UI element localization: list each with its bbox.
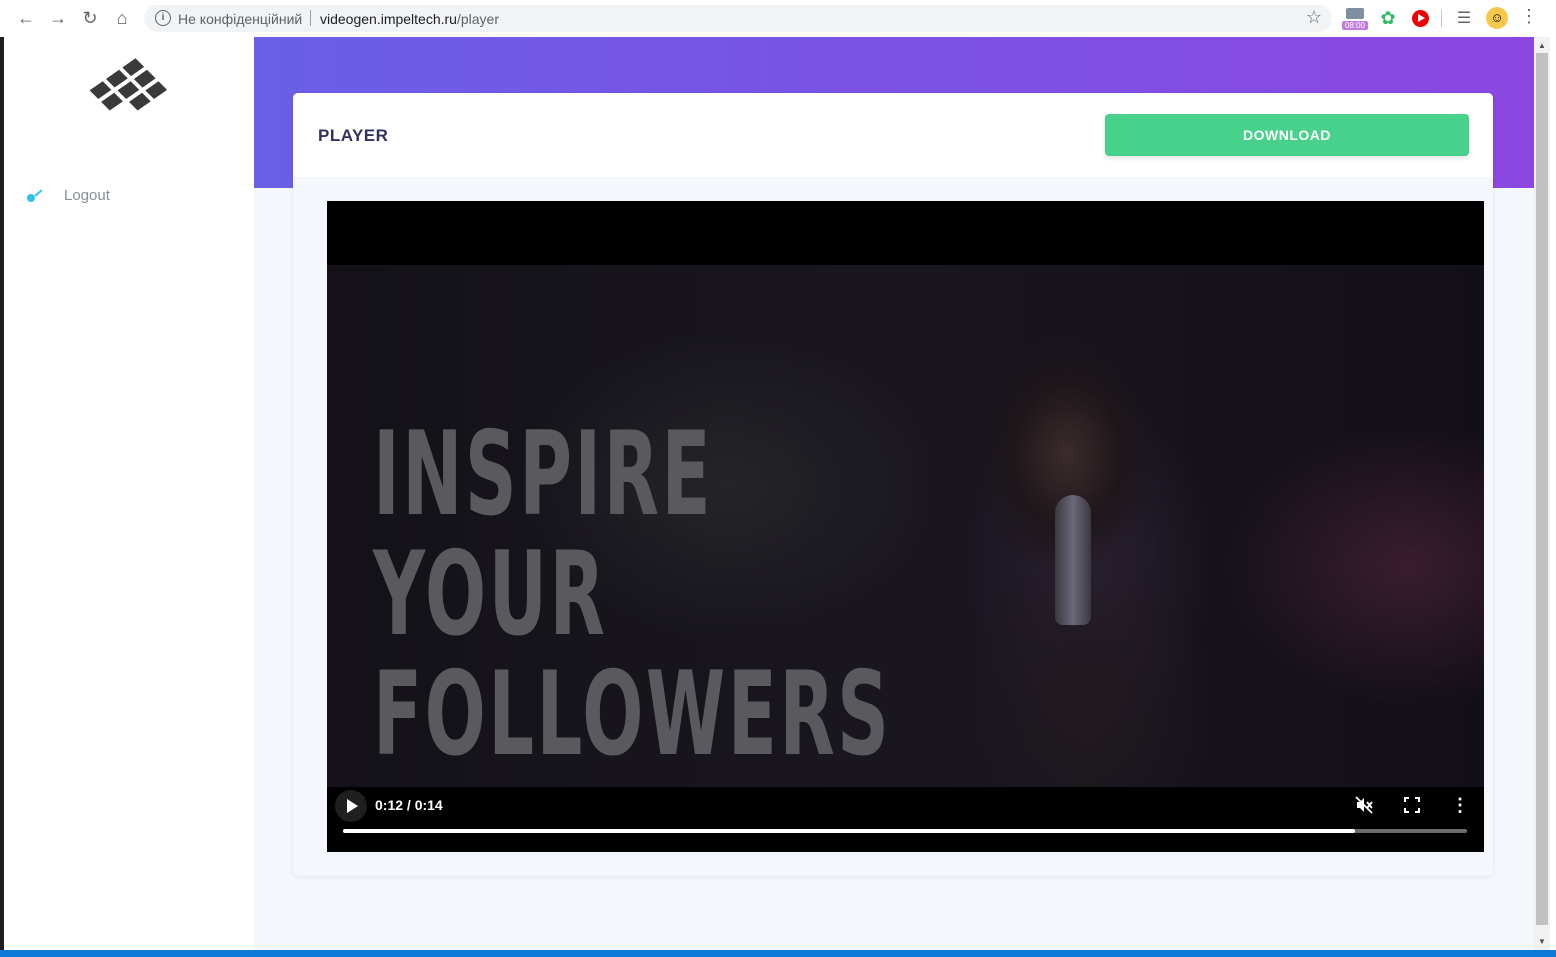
back-icon[interactable]: ←	[15, 7, 37, 29]
video-singer-figure	[947, 325, 1247, 795]
video-timeline[interactable]	[343, 829, 1467, 833]
clock-badge: 08:00	[1342, 21, 1368, 30]
background-app-status-bar	[0, 950, 1556, 957]
page-title: PLAYER	[318, 126, 389, 145]
play-icon[interactable]	[335, 790, 367, 822]
url-separator	[310, 10, 311, 26]
toolbar-separator	[1441, 10, 1442, 27]
sidebar: Logout	[4, 37, 254, 950]
scroll-down-arrow-icon[interactable]: ▼	[1538, 937, 1546, 946]
video-controls: 0:12 / 0:14 ⋮	[327, 787, 1484, 852]
sidebar-item-logout[interactable]: Logout	[24, 185, 110, 205]
video-frame: INSPIRE YOUR FOLLOWERS	[327, 265, 1484, 795]
clock-extension-icon[interactable]: 08:00	[1342, 6, 1368, 30]
home-icon[interactable]: ⌂	[111, 7, 133, 29]
fullscreen-icon[interactable]	[1400, 793, 1424, 817]
app-logo[interactable]	[80, 51, 180, 127]
window-edge	[1550, 37, 1556, 957]
main-content: PLAYER DOWNLOAD INSPIRE YOUR FOLLOWERS 0…	[254, 37, 1534, 950]
media-control-icon[interactable]: ☰	[1454, 8, 1474, 28]
muted-volume-icon[interactable]	[1352, 793, 1376, 817]
clock-extension-graphic	[1346, 8, 1364, 19]
headline-line: INSPIRE	[373, 407, 714, 542]
page-scrollbar[interactable]: ▲ ▼	[1534, 37, 1550, 950]
microphone-shape	[1055, 495, 1091, 625]
video-headline: INSPIRE YOUR FOLLOWERS	[373, 415, 891, 775]
headline-line: YOUR	[373, 527, 608, 662]
address-bar[interactable]: i Не конфіденційний videogen.impeltech.r…	[144, 5, 1332, 32]
url-domain: videogen.impeltech.ru	[320, 11, 457, 27]
url-path: /player	[456, 11, 500, 27]
player-card: PLAYER DOWNLOAD INSPIRE YOUR FOLLOWERS 0…	[293, 93, 1493, 876]
forward-icon[interactable]: →	[47, 7, 69, 29]
info-icon[interactable]: i	[155, 10, 171, 26]
more-options-icon[interactable]: ⋮	[1448, 793, 1472, 817]
evernote-extension-icon[interactable]: ✿	[1378, 8, 1398, 28]
time-display: 0:12 / 0:14	[375, 797, 443, 813]
video-player[interactable]: INSPIRE YOUR FOLLOWERS 0:12 / 0:14 ⋮	[327, 201, 1484, 852]
youtube-extension-icon[interactable]	[1410, 8, 1430, 28]
browser-toolbar: ← → ↻ ⌂ i Не конфіденційний videogen.imp…	[0, 0, 1556, 38]
key-icon	[24, 185, 44, 205]
not-secure-label: Не конфіденційний	[178, 11, 303, 27]
headline-line: FOLLOWERS	[373, 647, 892, 782]
scroll-thumb[interactable]	[1536, 53, 1548, 925]
browser-menu-icon[interactable]: ⋮	[1520, 6, 1538, 27]
timeline-progress	[343, 829, 1355, 833]
card-header: PLAYER DOWNLOAD	[293, 93, 1493, 177]
scroll-up-arrow-icon[interactable]: ▲	[1538, 41, 1546, 50]
bookmark-star-icon[interactable]: ☆	[1306, 7, 1322, 28]
url-text[interactable]: videogen.impeltech.ru/player	[320, 11, 499, 27]
profile-avatar[interactable]: ☺	[1486, 7, 1508, 29]
sidebar-item-label: Logout	[64, 186, 110, 204]
reload-icon[interactable]: ↻	[79, 7, 101, 29]
download-button[interactable]: DOWNLOAD	[1105, 114, 1469, 156]
